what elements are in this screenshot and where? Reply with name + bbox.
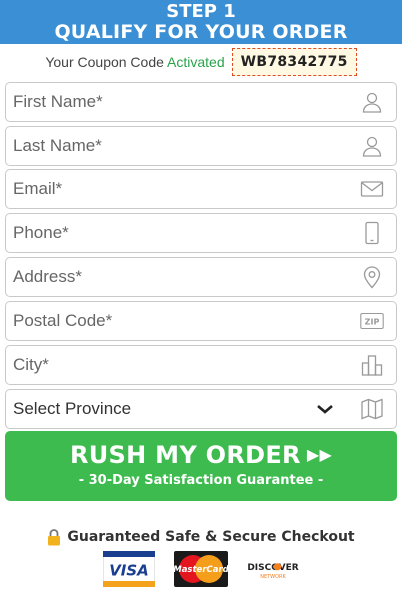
phone-field[interactable] bbox=[6, 214, 336, 252]
header-title: QUALIFY FOR YOUR ORDER bbox=[54, 21, 348, 43]
rush-button-label: RUSH MY ORDER bbox=[69, 441, 301, 469]
coupon-row: Your Coupon Code Activated WB78342775 bbox=[0, 44, 402, 80]
address-field[interactable] bbox=[6, 258, 336, 296]
city-field[interactable] bbox=[6, 346, 336, 384]
phone-field-wrap bbox=[5, 213, 397, 253]
last-name-field[interactable] bbox=[6, 127, 336, 165]
coupon-text: Your Coupon Code Activated bbox=[45, 54, 224, 70]
secure-checkout-label: Guaranteed Safe & Secure Checkout bbox=[67, 529, 355, 545]
step-label: STEP 1 bbox=[166, 1, 236, 22]
payment-logos: VISA MasterCard DISCOVER NETWORK bbox=[0, 551, 402, 587]
discover-logo: DISCOVER NETWORK bbox=[244, 551, 302, 587]
map-pin-icon bbox=[363, 266, 381, 289]
visa-logo: VISA bbox=[103, 551, 155, 587]
coupon-code: WB78342775 bbox=[231, 48, 357, 76]
phone-icon bbox=[365, 221, 379, 245]
first-name-field[interactable] bbox=[6, 83, 336, 121]
guarantee-text: - 30-Day Satisfaction Guarantee - bbox=[78, 473, 324, 488]
double-arrow-icon: ▶▶ bbox=[306, 445, 333, 464]
postal-code-field-wrap: ZIP bbox=[5, 301, 397, 341]
envelope-icon bbox=[360, 181, 384, 197]
coupon-status: Activated bbox=[167, 54, 225, 70]
address-field-wrap bbox=[5, 257, 397, 297]
rush-button-label-row: RUSH MY ORDER ▶▶ bbox=[5, 431, 397, 469]
postal-code-field[interactable] bbox=[6, 302, 336, 340]
last-name-field-wrap bbox=[5, 126, 397, 166]
province-select-label: Select Province bbox=[13, 399, 132, 418]
city-icon bbox=[361, 355, 383, 376]
svg-text:ZIP: ZIP bbox=[365, 318, 380, 327]
svg-text:DISCOVER: DISCOVER bbox=[247, 563, 298, 573]
step-header: STEP 1 QUALIFY FOR YOUR ORDER bbox=[0, 0, 402, 44]
svg-text:NETWORK: NETWORK bbox=[260, 574, 286, 580]
map-icon bbox=[361, 398, 383, 420]
zip-icon: ZIP bbox=[360, 312, 384, 330]
lock-icon bbox=[48, 529, 61, 546]
province-select[interactable]: Select Province bbox=[5, 389, 397, 429]
first-name-field-wrap bbox=[5, 82, 397, 122]
mastercard-logo: MasterCard bbox=[174, 551, 228, 587]
user-icon bbox=[362, 92, 382, 113]
coupon-prefix: Your Coupon Code bbox=[45, 54, 164, 70]
email-field-wrap bbox=[5, 169, 397, 209]
svg-text:VISA: VISA bbox=[109, 562, 149, 580]
rush-my-order-button[interactable]: RUSH MY ORDER ▶▶ - 30-Day Satisfaction Gu… bbox=[5, 431, 397, 501]
chevron-down-icon bbox=[317, 405, 333, 414]
svg-text:MasterCard: MasterCard bbox=[174, 565, 228, 575]
email-field[interactable] bbox=[6, 170, 336, 208]
secure-checkout: Guaranteed Safe & Secure Checkout bbox=[0, 526, 402, 548]
user-icon bbox=[362, 136, 382, 157]
city-field-wrap bbox=[5, 345, 397, 385]
